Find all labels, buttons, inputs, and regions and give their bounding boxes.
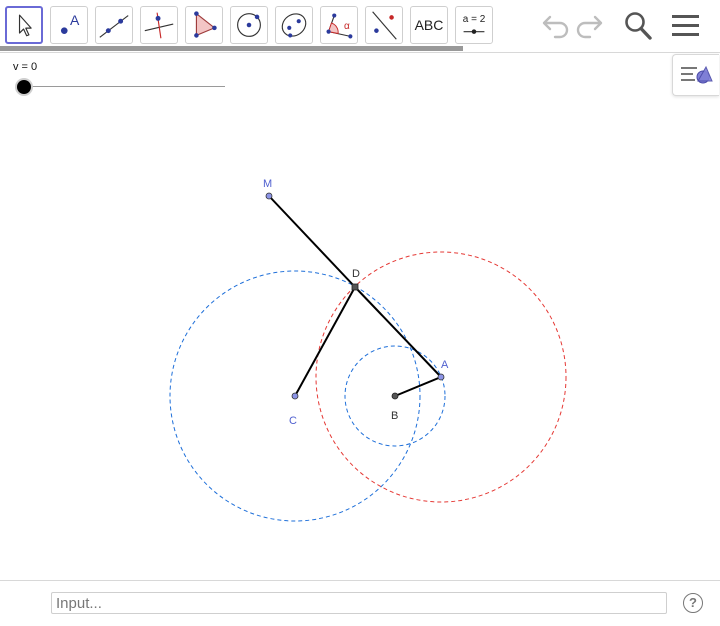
search-icon [625,12,652,40]
text-tool-label: ABC [414,17,444,33]
perpendicular-line-tool-button[interactable] [140,6,178,44]
angle-tool-alpha: α [344,21,350,32]
reflect-about-line-icon [372,11,397,40]
reflect-tool-button[interactable] [365,6,403,44]
point-tool-button[interactable]: A [50,6,88,44]
label-c: C [289,415,297,427]
circle-center-point-tool-button[interactable] [230,6,268,44]
input-bar: ? [0,580,720,626]
toolbar-scrollbar[interactable] [0,46,463,51]
segment-dc[interactable] [294,286,356,397]
move-tool-button[interactable] [5,6,43,44]
hamburger-menu-icon [672,15,699,36]
point-d[interactable] [351,283,359,291]
label-m: M [263,178,272,190]
help-icon[interactable]: ? [683,593,703,613]
graphics-view[interactable]: M D A B C [0,53,720,580]
slider-tool-button[interactable]: a = 2 [455,6,493,44]
ellipse-icon [281,13,307,38]
redo-button[interactable] [575,10,607,42]
text-tool-button[interactable]: ABC [410,6,448,44]
angle-tool-button[interactable]: α [320,6,358,44]
point-b[interactable] [391,392,399,400]
redo-icon [576,15,603,39]
polygon-tool-button[interactable] [185,6,223,44]
algebra-input-field[interactable] [51,592,667,614]
label-d: D [352,268,360,280]
undo-icon [542,15,569,39]
label-b: B [391,410,398,422]
toolbar: A α ABC a = 2 [0,0,720,53]
segment-da[interactable] [354,286,442,378]
polygon-icon [194,11,217,38]
undo-button[interactable] [538,10,570,42]
point-icon [60,27,68,34]
segment-ba[interactable] [394,376,442,397]
search-button[interactable] [622,10,654,42]
circle-center-point-icon [237,13,261,37]
point-a[interactable] [437,373,445,381]
point-c[interactable] [291,392,299,400]
line-through-points-icon [99,15,129,38]
label-a: A [441,359,449,371]
point-tool-letter: A [70,12,80,28]
segment-md[interactable] [268,195,356,288]
main-menu-button[interactable] [670,10,702,42]
slider-tool-icon [463,29,485,34]
ellipse-tool-button[interactable] [275,6,313,44]
perpendicular-line-icon [144,12,174,39]
point-m[interactable] [265,192,273,200]
line-tool-button[interactable] [95,6,133,44]
arrow-cursor-icon [18,14,32,37]
angle-icon [326,13,353,39]
